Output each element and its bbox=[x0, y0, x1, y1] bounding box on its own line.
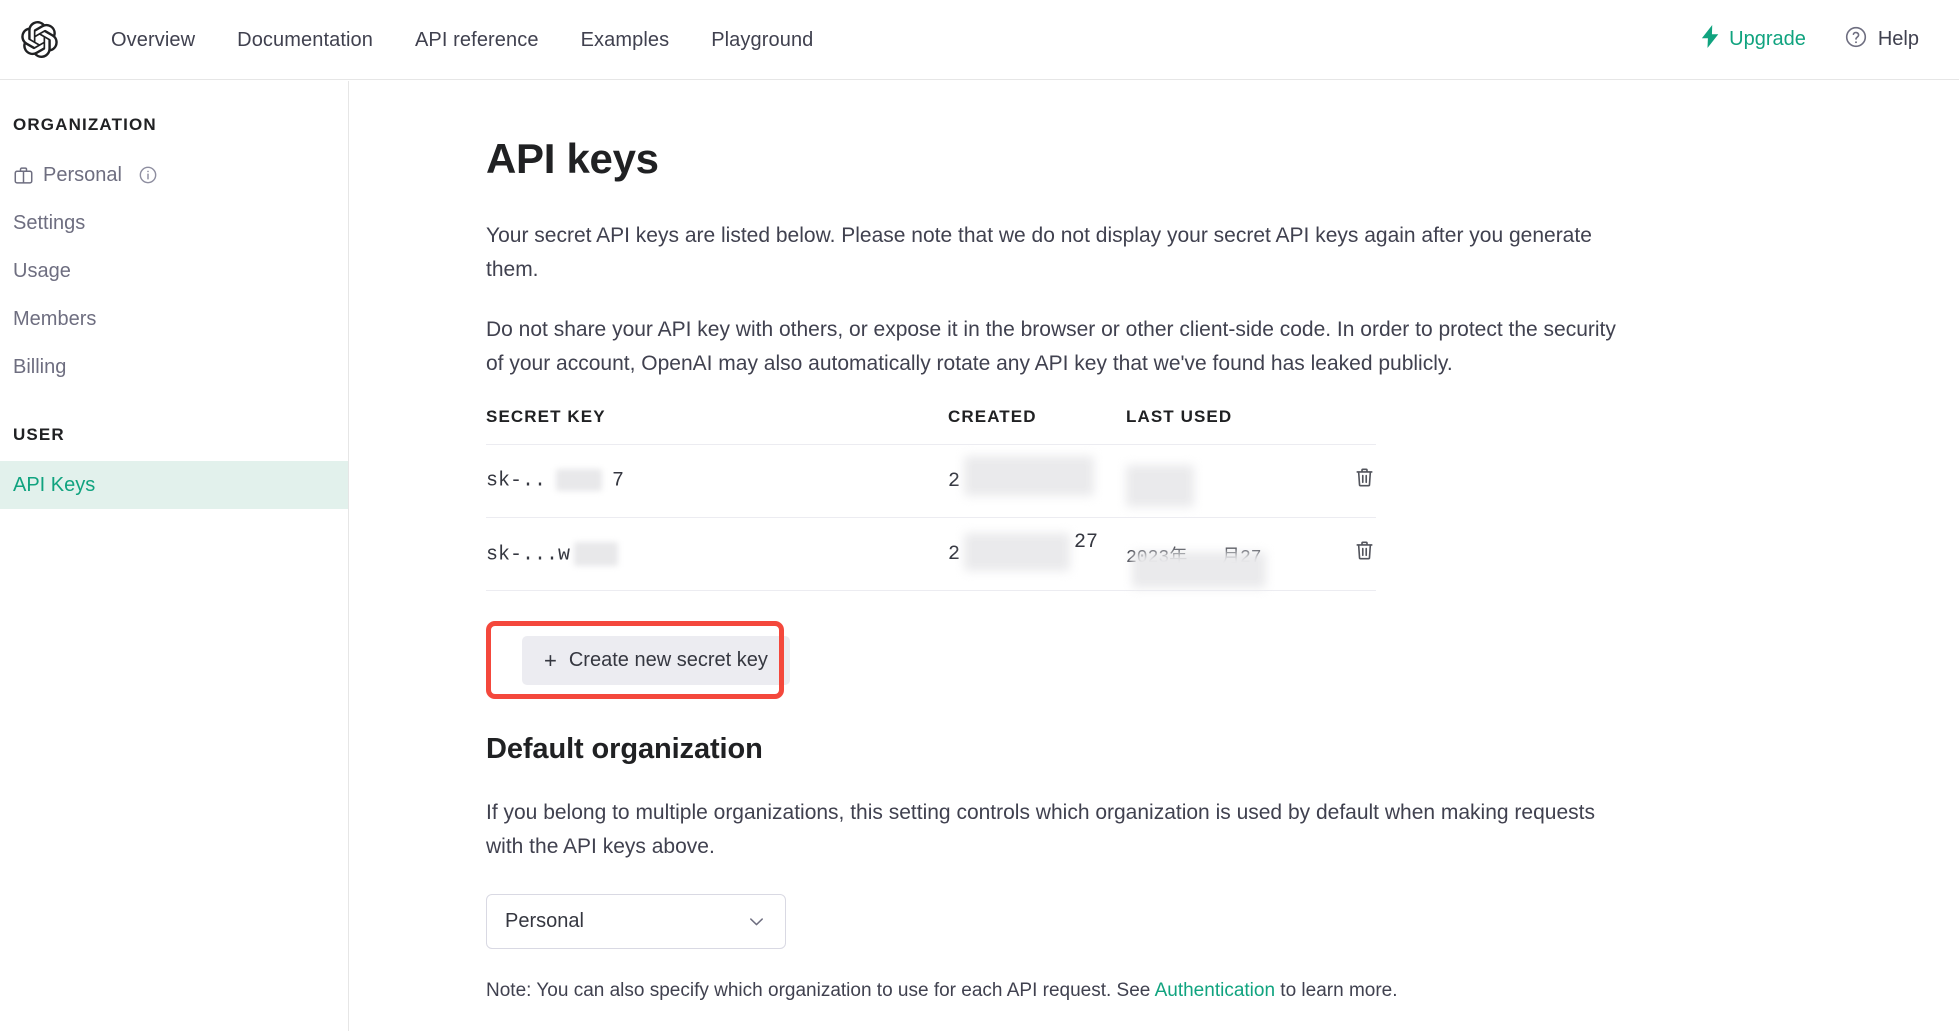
cell-secret-key: sk-.. 7 bbox=[486, 469, 948, 493]
page-title: API keys bbox=[486, 135, 659, 182]
table-row: sk-.. 7 2 bbox=[486, 445, 1376, 519]
nav-link-examples[interactable]: Examples bbox=[560, 26, 691, 54]
sidebar-item-billing[interactable]: Billing bbox=[0, 343, 348, 391]
cell-actions bbox=[1316, 466, 1376, 496]
create-button-label: Create new secret key bbox=[568, 649, 768, 672]
organization-note: Note: You can also specify which organiz… bbox=[486, 977, 1730, 1006]
api-keys-table: SECRET KEY CREATED LAST USED sk-.. 7 2 s… bbox=[486, 407, 1376, 592]
created-suffix-text: 27 bbox=[1074, 530, 1099, 554]
cell-created: 2 bbox=[948, 455, 1126, 496]
created-visible-text: 2 bbox=[948, 542, 961, 566]
sidebar-item-api-keys[interactable]: API Keys bbox=[0, 461, 348, 509]
trash-icon[interactable] bbox=[1353, 539, 1376, 569]
plus-icon: + bbox=[544, 647, 557, 673]
upgrade-label: Upgrade bbox=[1729, 28, 1806, 50]
secret-key-prefix: sk-.. bbox=[486, 469, 547, 493]
default-organization-title: Default organization bbox=[486, 733, 763, 766]
upgrade-button[interactable]: Upgrade bbox=[1701, 25, 1806, 54]
cell-secret-key: sk-...w bbox=[486, 541, 948, 567]
nav-links: Overview Documentation API reference Exa… bbox=[90, 26, 834, 54]
sidebar: ORGANIZATION Personal Settings Usage Mem… bbox=[0, 81, 349, 1031]
redaction-block bbox=[574, 541, 619, 566]
help-label: Help bbox=[1877, 28, 1919, 50]
table-row: sk-...w 2 27 2023年 月27 bbox=[486, 518, 1376, 592]
api-keys-page: Overview Documentation API reference Exa… bbox=[0, 0, 1959, 1031]
note-prefix: Note: You can also specify which organiz… bbox=[486, 980, 1155, 1002]
column-header-last-used: LAST USED bbox=[1126, 407, 1233, 427]
nav-link-playground[interactable]: Playground bbox=[690, 26, 834, 54]
note-suffix: to learn more. bbox=[1275, 980, 1398, 1002]
info-icon[interactable] bbox=[138, 165, 158, 185]
sidebar-item-members[interactable]: Members bbox=[0, 295, 348, 343]
sidebar-section-user: USER bbox=[13, 425, 65, 444]
secret-key-prefix: sk-...w bbox=[486, 543, 571, 567]
sidebar-item-settings[interactable]: Settings bbox=[0, 199, 348, 247]
sidebar-item-label-members: Members bbox=[13, 308, 97, 330]
main-content: API keys Your secret API keys are listed… bbox=[350, 81, 1959, 1031]
sidebar-item-label-settings: Settings bbox=[13, 212, 86, 234]
sidebar-item-label-usage: Usage bbox=[13, 260, 71, 282]
redaction-block bbox=[1132, 552, 1266, 589]
secret-key-suffix: 7 bbox=[612, 469, 625, 493]
top-navigation-bar: Overview Documentation API reference Exa… bbox=[0, 0, 1959, 80]
sidebar-item-label-billing: Billing bbox=[13, 356, 67, 378]
redaction-block bbox=[1126, 465, 1194, 508]
redaction-block bbox=[556, 469, 603, 492]
cell-actions bbox=[1316, 539, 1376, 569]
column-header-created: CREATED bbox=[948, 407, 1037, 427]
help-button[interactable]: Help bbox=[1844, 25, 1919, 55]
sidebar-item-personal[interactable]: Personal bbox=[0, 151, 348, 199]
redaction-block bbox=[964, 532, 1070, 571]
nav-link-api-reference[interactable]: API reference bbox=[394, 26, 560, 54]
sidebar-item-label-api-keys: API Keys bbox=[13, 474, 96, 496]
create-new-secret-key-button[interactable]: + Create new secret key bbox=[522, 636, 790, 686]
openai-logo[interactable] bbox=[8, 21, 70, 58]
content-column: API keys Your secret API keys are listed… bbox=[350, 81, 1730, 1006]
create-key-area: + Create new secret key bbox=[486, 613, 1376, 709]
column-header-secret-key: SECRET KEY bbox=[486, 407, 606, 427]
briefcase-icon bbox=[13, 165, 34, 186]
created-visible-text: 2 bbox=[948, 469, 961, 493]
nav-link-overview[interactable]: Overview bbox=[90, 26, 216, 54]
question-circle-icon bbox=[1844, 25, 1868, 55]
table-header-row: SECRET KEY CREATED LAST USED bbox=[486, 407, 1376, 446]
column-header-actions bbox=[1316, 407, 1376, 427]
intro-paragraph-2: Do not share your API key with others, o… bbox=[486, 318, 1616, 376]
default-organization-select-value: Personal bbox=[505, 910, 584, 933]
sidebar-section-organization: ORGANIZATION bbox=[13, 115, 157, 134]
sidebar-item-usage[interactable]: Usage bbox=[0, 247, 348, 295]
sidebar-item-label-personal: Personal bbox=[43, 164, 122, 186]
default-organization-description: If you belong to multiple organizations,… bbox=[486, 801, 1595, 859]
lightning-bolt-icon bbox=[1701, 25, 1720, 54]
cell-created: 2 27 bbox=[948, 531, 1126, 571]
nav-right-group: Upgrade Help bbox=[1701, 25, 1919, 55]
trash-icon[interactable] bbox=[1353, 466, 1376, 496]
redaction-block bbox=[964, 455, 1094, 496]
intro-paragraph-1: Your secret API keys are listed below. P… bbox=[486, 224, 1592, 282]
chevron-down-icon bbox=[746, 911, 767, 932]
nav-link-documentation[interactable]: Documentation bbox=[216, 26, 394, 54]
authentication-link[interactable]: Authentication bbox=[1155, 980, 1275, 1001]
default-organization-select[interactable]: Personal bbox=[486, 894, 786, 950]
